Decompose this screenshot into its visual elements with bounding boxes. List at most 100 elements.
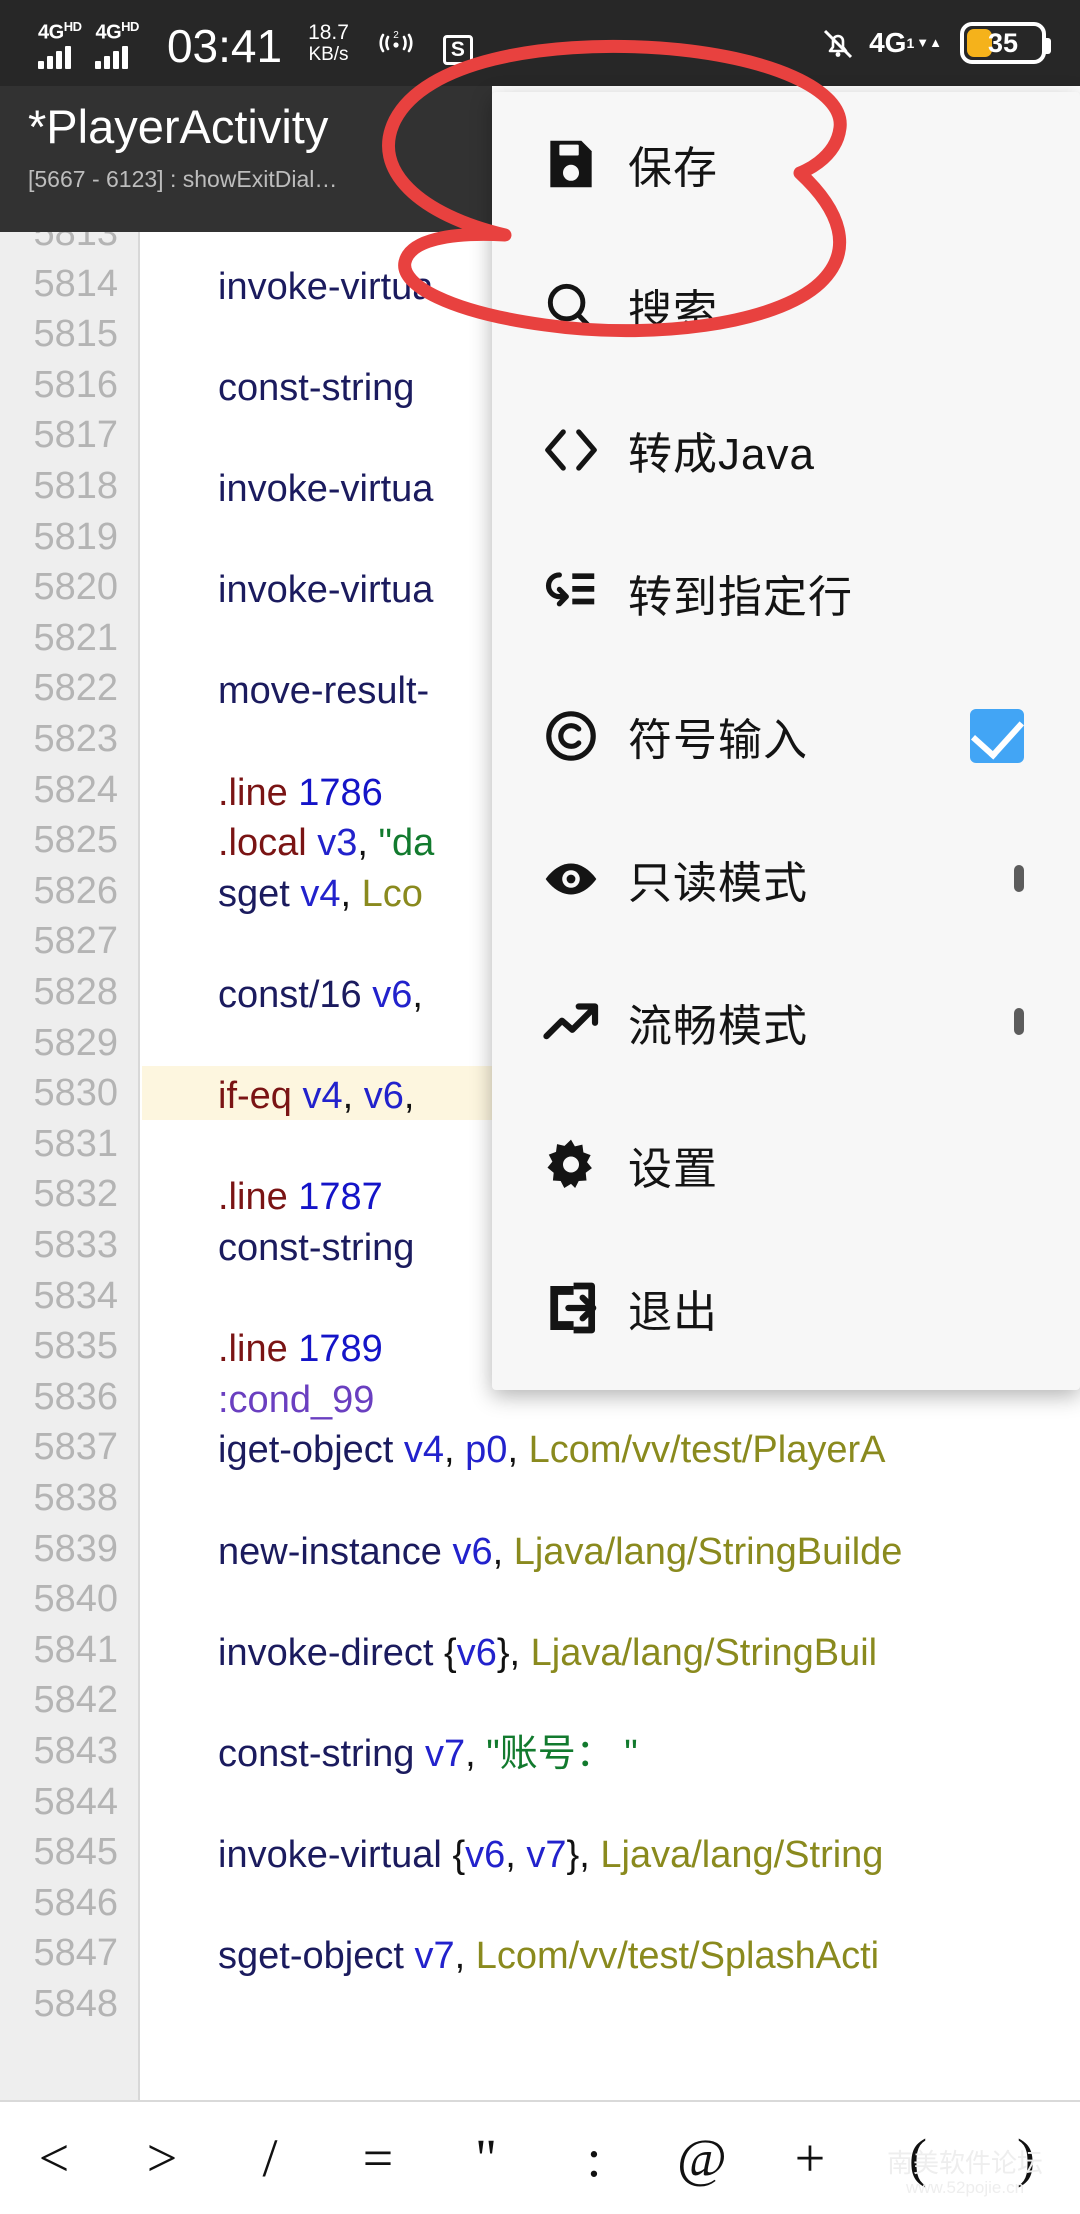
code-line[interactable]: const-string v7, "账号： ": [218, 1732, 638, 1776]
bell-off-icon: [821, 26, 853, 60]
code-token: v3: [317, 822, 358, 865]
overflow-menu[interactable]: 保存 搜索转成Java 转到指定行 符号输入只读模式流畅模式设置 退出: [492, 92, 1080, 1390]
menu-item-label: 转成Java: [628, 429, 815, 479]
code-token: v6: [363, 1075, 404, 1118]
code-line[interactable]: invoke-virtua: [218, 467, 433, 511]
sim1-tech-label: 4G: [38, 21, 64, 44]
menu-item-checkbox[interactable]: [1014, 864, 1024, 892]
status-bar-clock: 03:41: [166, 20, 283, 73]
line-number: 5835: [33, 1325, 118, 1368]
line-number: 5836: [33, 1375, 118, 1418]
code-line[interactable]: invoke-virtual {v6, v7}, Ljava/lang/Stri…: [218, 1833, 883, 1877]
checkbox-checked-icon[interactable]: [970, 708, 1024, 763]
line-number: 5843: [33, 1730, 118, 1772]
menu-item-label: 流畅模式: [628, 1001, 808, 1051]
symbol-key-4[interactable]: ": [444, 2128, 528, 2188]
sim2-signal-indicator: 4GHD: [95, 17, 139, 70]
code-line[interactable]: invoke-virtua: [218, 265, 433, 309]
menu-item-copyright[interactable]: 符号输入: [492, 664, 1080, 807]
menu-item-code-brackets[interactable]: 转成Java: [492, 378, 1080, 521]
symbol-key-7[interactable]: +: [768, 2128, 852, 2188]
code-line[interactable]: const-string: [218, 1226, 414, 1270]
code-line[interactable]: const/16 v6,: [218, 973, 423, 1017]
code-token: 1786: [298, 771, 383, 814]
code-line[interactable]: const-string: [218, 366, 414, 410]
code-token: v4: [302, 1075, 343, 1118]
network-speed-value: 18.7: [308, 21, 349, 45]
symbol-key-6[interactable]: @: [660, 2128, 744, 2188]
code-token: v6: [456, 1631, 497, 1674]
code-token: sget-object: [218, 1935, 404, 1978]
menu-item-gear[interactable]: 设置: [492, 1093, 1080, 1236]
code-token: }: [566, 1834, 580, 1877]
menu-item-icon-wrap: [540, 562, 614, 624]
symbol-key-5[interactable]: :: [552, 2128, 636, 2188]
symbol-key-2[interactable]: /: [228, 2128, 312, 2188]
symbol-input-bar[interactable]: < > / = ": @ + (): [0, 2100, 1080, 2214]
symbol-key-9[interactable]: ): [984, 2128, 1068, 2188]
code-line[interactable]: if-eq v4, v6,: [218, 1074, 414, 1118]
menu-item-checkbox[interactable]: [1014, 1007, 1024, 1035]
checkbox-unchecked-icon[interactable]: [1014, 1007, 1024, 1035]
code-line[interactable]: sget-object v7, Lcom/vv/test/SplashActi: [218, 1934, 879, 1978]
code-line[interactable]: .line 1789: [218, 1327, 383, 1371]
sim1-tech-sup: HD: [63, 18, 82, 34]
symbol-key-0[interactable]: <: [12, 2128, 96, 2188]
code-line[interactable]: invoke-virtua: [218, 568, 433, 612]
symbol-key-3[interactable]: =: [336, 2128, 420, 2188]
code-line[interactable]: .line 1786: [218, 771, 383, 815]
menu-item-goto-line[interactable]: 转到指定行: [492, 521, 1080, 664]
battery-percent-label: 35: [987, 27, 1019, 58]
menu-item-icon-wrap: [540, 1134, 614, 1196]
menu-item-exit[interactable]: 退出: [492, 1236, 1080, 1379]
code-token: v7: [414, 1935, 455, 1978]
menu-item-save-floppy[interactable]: 保存: [492, 92, 1080, 235]
code-line[interactable]: sget v4, Lco: [218, 872, 423, 916]
code-line[interactable]: new-instance v6, Ljava/lang/StringBuilde: [218, 1530, 902, 1574]
menu-item-icon-wrap: [540, 1277, 614, 1339]
title-bar: *PlayerActivity [5667 - 6123] : showExit…: [0, 86, 492, 232]
menu-item-trend-up[interactable]: 流畅模式: [492, 950, 1080, 1093]
code-token: ,: [507, 1429, 518, 1472]
menu-item-label: 只读模式: [628, 858, 808, 908]
code-line[interactable]: iget-object v4, p0, Lcom/vv/test/PlayerA: [218, 1428, 885, 1472]
code-line[interactable]: .local v3, "da: [218, 821, 434, 865]
sim1-signal-bars-icon: [38, 45, 71, 70]
code-line[interactable]: move-result-: [218, 669, 429, 713]
line-number: 5840: [33, 1578, 118, 1621]
checkbox-unchecked-icon[interactable]: [1014, 864, 1024, 892]
line-number-gutter: 5813 5814 5815 5816 5817 5818 5819 5820 5821 5822…: [0, 232, 140, 2100]
menu-item-eye[interactable]: 只读模式: [492, 807, 1080, 950]
line-number: 5830: [33, 1072, 118, 1115]
code-token: "da: [378, 822, 435, 865]
code-line[interactable]: :cond_99: [218, 1378, 374, 1422]
network-speed-unit: KB/s: [308, 44, 349, 66]
code-line[interactable]: invoke-direct {v6}, Ljava/lang/StringBui…: [218, 1631, 877, 1675]
status-bar: 4GHD 4GHD 03:41 18.7 KB/s 2 S 4G 1 ▼▲ 35: [0, 0, 1080, 86]
menu-item-icon-wrap: [540, 419, 614, 481]
symbol-key-8[interactable]: (: [876, 2128, 960, 2188]
code-token: const/16: [218, 974, 362, 1016]
screen-recorder-s-icon: S: [442, 35, 473, 66]
code-token: .line: [218, 1176, 288, 1219]
code-token: v4: [403, 1429, 445, 1472]
menu-item-search[interactable]: 搜索: [492, 235, 1080, 378]
code-token: invoke-virtua: [218, 265, 434, 308]
line-number: 5827: [33, 920, 118, 963]
symbol-key-1[interactable]: >: [120, 2128, 204, 2188]
code-token: invoke-virtua: [218, 569, 434, 612]
code-line[interactable]: .line 1787: [218, 1175, 383, 1219]
code-token: new-instance: [218, 1530, 442, 1573]
code-token: ,: [357, 822, 368, 865]
menu-item-checkbox[interactable]: [970, 708, 1024, 763]
